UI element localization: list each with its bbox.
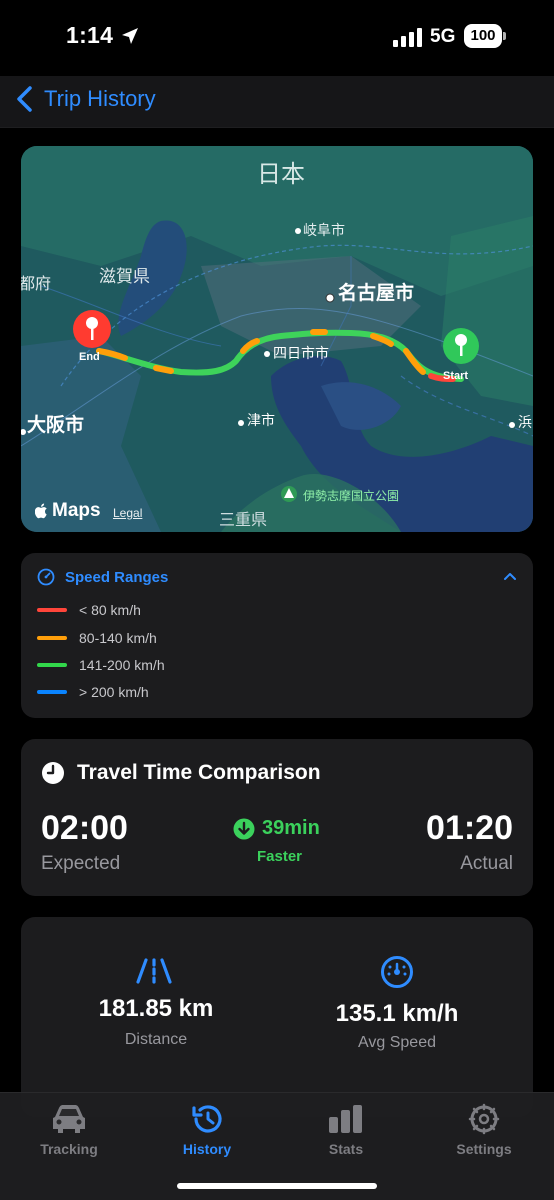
tab-settings[interactable]: Settings: [429, 1103, 539, 1157]
time-difference-value: 39min: [262, 817, 320, 839]
legend-swatch-orange: [37, 636, 67, 640]
maps-brand-label: Maps: [52, 500, 101, 521]
history-icon: [192, 1105, 222, 1133]
legend-label: 80-140 km/h: [79, 630, 157, 646]
gear-icon: [468, 1103, 500, 1135]
map-label-gifu: 岐阜市: [303, 222, 345, 238]
gauge-icon: [381, 956, 413, 988]
travel-time-card: Travel Time Comparison 02:00 Expected 39…: [21, 739, 533, 896]
home-indicator[interactable]: [177, 1183, 377, 1189]
expected-time: 02:00: [41, 809, 128, 847]
map-canvas: [21, 146, 533, 532]
speedometer-icon: [37, 568, 55, 586]
navigation-bar: Trip History: [0, 76, 554, 128]
legend-label: 141-200 km/h: [79, 657, 165, 673]
bar-chart-icon: [329, 1105, 362, 1133]
tab-settings-label: Settings: [456, 1141, 512, 1157]
actual-time: 01:20: [426, 809, 513, 847]
car-icon: [53, 1105, 85, 1133]
apple-maps-logo: Maps: [35, 500, 101, 522]
speed-ranges-card: Speed Ranges < 80 km/h 80-140 km/h 141-2…: [21, 553, 533, 718]
tab-stats-label: Stats: [328, 1141, 364, 1157]
distance-label: Distance: [124, 1031, 188, 1048]
cellular-signal-icon: [393, 28, 422, 47]
map-label-fu: 都府: [21, 276, 52, 293]
legend-item: 80-140 km/h: [37, 630, 157, 646]
avg-speed-label: Avg Speed: [358, 1034, 436, 1051]
battery-level: 100: [464, 24, 502, 48]
legend-item: 141-200 km/h: [37, 657, 165, 673]
time-difference-label: Faster: [257, 848, 303, 865]
avg-speed-value: 135.1 km/h: [335, 1000, 459, 1027]
speed-ranges-header[interactable]: Speed Ranges: [37, 568, 168, 586]
status-bar: 1:14 5G 100: [0, 0, 554, 76]
distance-value: 181.85 km: [98, 995, 214, 1022]
map-label-park: 伊勢志摩国立公園: [303, 489, 400, 503]
battery-icon: 100: [464, 24, 506, 48]
arrow-down-circle-icon: [233, 818, 255, 839]
apple-icon: [35, 503, 47, 519]
back-button[interactable]: Trip History: [14, 84, 156, 114]
map-label-osaka: 大阪市: [27, 415, 85, 436]
actual-label: Actual: [460, 853, 513, 874]
legend-swatch-red: [37, 608, 67, 612]
start-pin-label: Start: [443, 370, 469, 382]
map-label-nagoya: 名古屋市: [338, 283, 415, 304]
status-time: 1:14: [66, 22, 114, 48]
time-difference: 39min: [233, 817, 320, 840]
network-type: 5G: [430, 26, 456, 47]
end-pin[interactable]: [73, 310, 111, 348]
map-label-country: 日本: [257, 161, 305, 188]
tab-history[interactable]: History: [152, 1103, 262, 1157]
map-label-shiga: 滋賀県: [99, 267, 150, 286]
tab-history-label: History: [182, 1141, 232, 1157]
map-label-mie: 三重県: [219, 512, 268, 529]
end-pin-label: End: [79, 351, 100, 363]
tab-tracking[interactable]: Tracking: [14, 1103, 124, 1157]
travel-time-header: Travel Time Comparison: [41, 761, 321, 785]
speed-ranges-title: Speed Ranges: [65, 568, 169, 586]
legend-swatch-blue: [37, 690, 67, 694]
tab-stats[interactable]: Stats: [291, 1103, 401, 1157]
chevron-left-icon: [17, 86, 32, 112]
clock-icon: [42, 762, 64, 784]
map-label-tsu: 津市: [247, 412, 275, 428]
map-label-yokkaichi: 四日市市: [273, 345, 329, 361]
expected-label: Expected: [41, 853, 121, 874]
chevron-up-icon[interactable]: [503, 571, 517, 581]
tab-tracking-label: Tracking: [40, 1141, 98, 1157]
legend-swatch-green: [37, 663, 67, 667]
legal-link[interactable]: Legal: [113, 506, 142, 520]
location-arrow-icon: [122, 28, 138, 44]
trip-stats-card: 181.85 km Distance 135.1 km/h Avg Speed: [21, 917, 533, 1117]
start-pin[interactable]: [443, 328, 479, 364]
route-map[interactable]: 日本 岐阜市 滋賀県 都府 名古屋市 四日市市 大阪市 津市 浜 三重県 伊勢志…: [21, 146, 533, 532]
legend-label: < 80 km/h: [79, 602, 141, 618]
road-icon: [136, 958, 172, 984]
legend-item: < 80 km/h: [37, 602, 141, 618]
map-label-hama: 浜: [518, 414, 532, 430]
legend-label: > 200 km/h: [79, 684, 149, 700]
travel-time-title: Travel Time Comparison: [77, 761, 321, 784]
legend-item: > 200 km/h: [37, 684, 149, 700]
back-label: Trip History: [44, 86, 156, 111]
